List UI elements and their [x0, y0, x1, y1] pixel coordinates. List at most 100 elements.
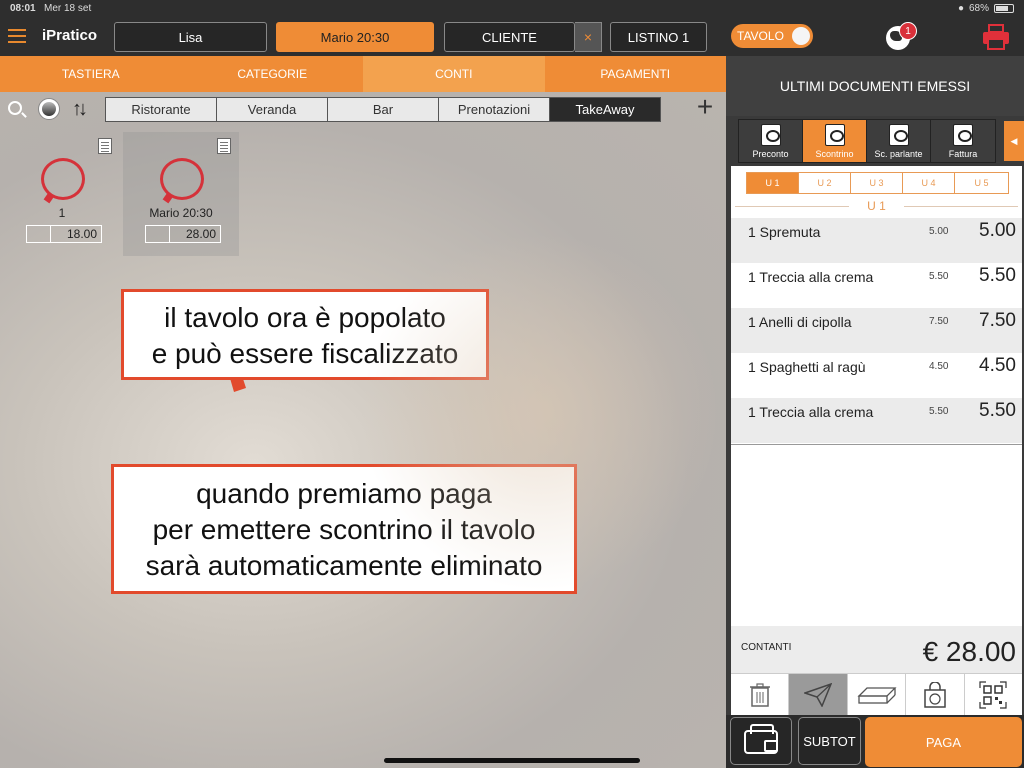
doc-sc-parlante[interactable]: Sc. parlante	[867, 120, 931, 162]
qr-code-icon	[979, 680, 1007, 709]
collapse-panel-icon[interactable]: ◀	[1004, 121, 1024, 161]
item-unit-price: 7.50	[929, 316, 949, 327]
room-bar[interactable]: Bar	[328, 98, 439, 121]
item-name: 1 Treccia alla crema	[748, 404, 874, 420]
preconto-icon	[760, 124, 781, 146]
table-bubble-icon	[160, 158, 204, 200]
notification-badge: 1	[899, 22, 917, 40]
wallet-icon	[744, 724, 778, 754]
tavolo-toggle[interactable]: TAVOLO	[731, 24, 813, 48]
total-amount: € 28.00	[922, 636, 1016, 667]
home-indicator	[384, 758, 640, 763]
document-icon[interactable]	[217, 138, 231, 154]
wallet-button[interactable]	[730, 717, 792, 765]
tab-categorie[interactable]: CATEGORIE	[182, 56, 364, 92]
shopping-bag-icon	[924, 681, 946, 708]
item-name: 1 Spremuta	[748, 224, 821, 240]
tab-tastiera[interactable]: TASTIERA	[0, 56, 182, 92]
receipt-item[interactable]: 1 Spremuta 5.00 5.00	[731, 218, 1022, 263]
room-selector: Ristorante Veranda Bar Prenotazioni Take…	[105, 97, 661, 122]
receipt-item[interactable]: 1 Anelli di cipolla 7.50 7.50	[731, 308, 1022, 353]
table-amount-value: 28.00	[185, 227, 216, 241]
room-takeaway[interactable]: TakeAway	[550, 98, 660, 121]
room-toolbar: ↑↓ Ristorante Veranda Bar Prenotazioni T…	[0, 92, 726, 126]
table-card[interactable]: 1 18.00	[4, 132, 120, 256]
cliente-button[interactable]: CLIENTE	[444, 22, 575, 52]
doc-scontrino[interactable]: Scontrino	[803, 120, 867, 162]
pay-button[interactable]: PAGA	[865, 717, 1022, 767]
user-tab[interactable]: U 4	[903, 173, 955, 193]
cash-drawer-button[interactable]	[848, 674, 907, 715]
item-total: 5.00	[979, 220, 1016, 241]
battery-percent: 68%	[968, 3, 989, 14]
search-icon[interactable]	[8, 101, 22, 115]
toggle-knob	[792, 27, 810, 45]
user-tab[interactable]: U 1	[747, 173, 799, 193]
user-tab[interactable]: U 5	[955, 173, 1008, 193]
items-divider	[731, 444, 1022, 445]
tab-pagamenti[interactable]: PAGAMENTI	[545, 56, 727, 92]
user-tabs: U 1 U 2 U 3 U 4 U 5	[746, 172, 1009, 194]
receipt-item[interactable]: 1 Spaghetti al ragù 4.50 4.50	[731, 353, 1022, 398]
receipt-actions	[731, 673, 1022, 715]
doc-label: Fattura	[948, 149, 978, 159]
status-time: 08:01	[10, 3, 36, 14]
qr-code-button[interactable]	[965, 674, 1022, 715]
table-name: Mario 20:30	[149, 206, 213, 220]
callout-line: il tavolo ora è popolato	[164, 302, 446, 333]
tab-conti[interactable]: CONTI	[363, 56, 545, 92]
table-card-selected[interactable]: Mario 20:30 28.00	[123, 132, 239, 256]
document-type-selector: Preconto Scontrino Sc. parlante Fattura	[738, 119, 996, 163]
callout-line: e può essere fiscalizzato	[151, 338, 459, 369]
item-total: 5.50	[979, 400, 1016, 421]
operator-button[interactable]: Lisa	[114, 22, 267, 52]
user-tab[interactable]: U 3	[851, 173, 903, 193]
takeaway-bag-button[interactable]	[906, 674, 965, 715]
room-ristorante[interactable]: Ristorante	[106, 98, 217, 121]
panel-title: ULTIMI DOCUMENTI EMESSI	[726, 56, 1024, 116]
menu-icon[interactable]	[8, 29, 26, 43]
table-amount: 18.00	[26, 225, 102, 243]
add-table-button[interactable]: +	[694, 93, 716, 121]
room-veranda[interactable]: Veranda	[217, 98, 328, 121]
table-button[interactable]: Mario 20:30	[276, 22, 434, 52]
item-name: 1 Treccia alla crema	[748, 269, 874, 285]
receipt: U 1 U 2 U 3 U 4 U 5 U 1 1 Spremuta 5.00 …	[731, 166, 1022, 626]
item-unit-price: 5.00	[929, 226, 949, 237]
app-logo: iPratico	[42, 27, 98, 44]
documents-panel: ULTIMI DOCUMENTI EMESSI Preconto Scontri…	[726, 56, 1024, 768]
doc-preconto[interactable]: Preconto	[739, 120, 803, 162]
status-bar: 08:01 Mer 18 set ● 68%	[0, 0, 1024, 18]
printer-icon[interactable]	[982, 24, 1010, 50]
person-doc-icon	[888, 124, 909, 146]
bottom-actions: SUBTOT PAGA	[726, 715, 1024, 768]
subtotal-button[interactable]: SUBTOT	[798, 717, 861, 765]
document-icon[interactable]	[98, 138, 112, 154]
filter-ball-icon[interactable]	[38, 98, 60, 120]
send-button[interactable]	[789, 674, 848, 715]
receipt-item[interactable]: 1 Treccia alla crema 5.50 5.50	[731, 263, 1022, 308]
top-bar: iPratico Lisa Mario 20:30 CLIENTE × LIST…	[0, 18, 1024, 56]
receipt-item[interactable]: 1 Treccia alla crema 5.50 5.50	[731, 398, 1022, 443]
tables-area: ↑↓ Ristorante Veranda Bar Prenotazioni T…	[0, 92, 726, 768]
listino-button[interactable]: LISTINO 1	[610, 22, 707, 52]
status-date: Mer 18 set	[44, 3, 92, 14]
doc-fattura[interactable]: Fattura	[931, 120, 995, 162]
user-tab[interactable]: U 2	[799, 173, 851, 193]
item-total: 4.50	[979, 355, 1016, 376]
receipt-items: 1 Spremuta 5.00 5.00 1 Treccia alla crem…	[731, 218, 1022, 443]
item-total: 7.50	[979, 310, 1016, 331]
doc-label: Sc. parlante	[874, 149, 923, 159]
room-prenotazioni[interactable]: Prenotazioni	[439, 98, 550, 121]
sort-icon[interactable]: ↑↓	[72, 98, 88, 121]
scontrino-icon	[824, 124, 845, 146]
table-amount-value: 18.00	[66, 227, 97, 241]
item-name: 1 Anelli di cipolla	[748, 314, 852, 330]
clear-cliente-button[interactable]: ×	[575, 22, 602, 52]
table-amount: 28.00	[145, 225, 221, 243]
main-tabs: TASTIERA CATEGORIE CONTI PAGAMENTI	[0, 56, 726, 92]
doc-label: Scontrino	[815, 149, 854, 159]
delete-button[interactable]	[731, 674, 790, 715]
toggle-label: TAVOLO	[737, 29, 784, 43]
payment-method: CONTANTI	[741, 642, 792, 653]
